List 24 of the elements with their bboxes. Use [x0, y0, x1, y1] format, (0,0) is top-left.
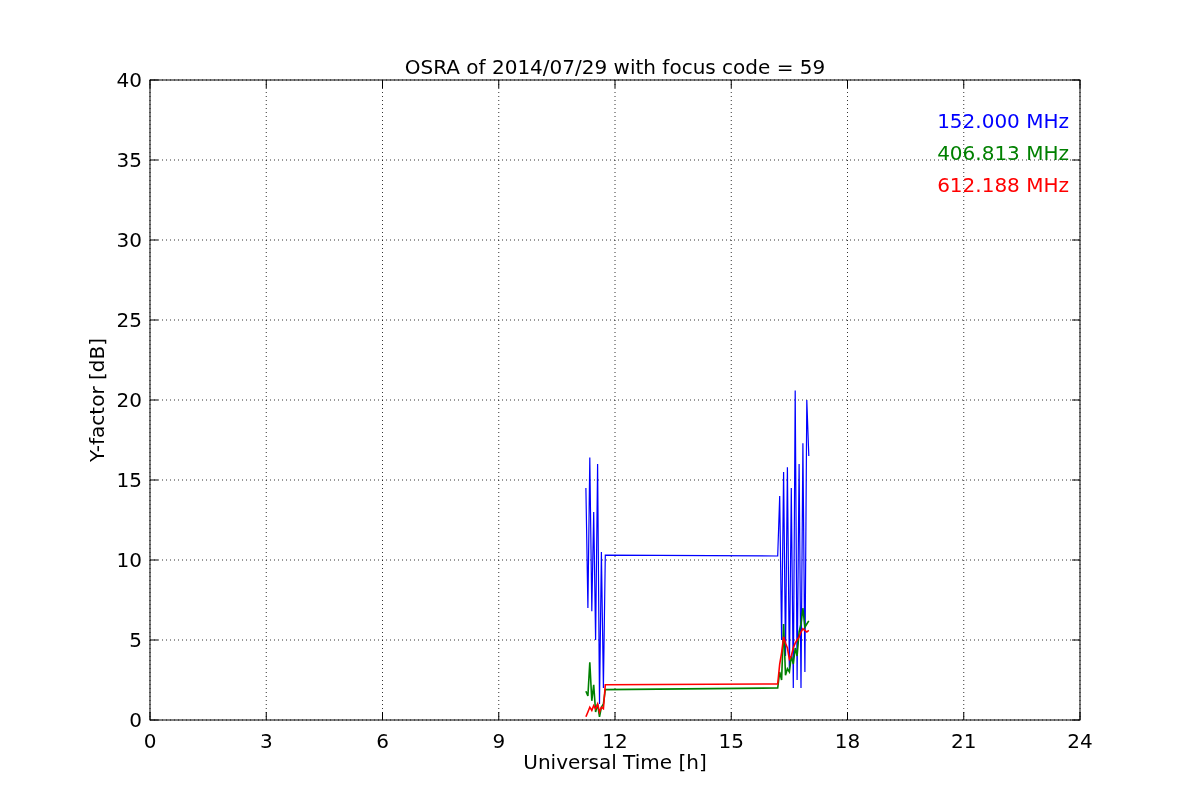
y-axis-label: Y-factor [dB]	[85, 338, 109, 462]
y-tick-label: 40	[116, 68, 142, 92]
x-tick-label: 6	[376, 729, 389, 753]
y-tick-label: 30	[116, 228, 142, 252]
x-tick-label: 0	[143, 729, 157, 753]
legend-label: 612.188 MHz	[937, 173, 1069, 197]
x-tick-label: 18	[834, 729, 861, 753]
x-tick-label: 9	[492, 729, 506, 753]
x-tick-label: 24	[1067, 729, 1093, 753]
x-tick-label: 3	[259, 729, 273, 753]
y-tick-label: 35	[116, 148, 142, 172]
y-tick-label: 0	[129, 708, 142, 732]
chart-title: OSRA of 2014/07/29 with focus code = 59	[404, 55, 826, 79]
x-tick-label: 15	[718, 729, 744, 753]
y-tick-label: 10	[116, 548, 142, 572]
y-tick-label: 5	[129, 628, 142, 652]
y-tick-label: 15	[116, 468, 142, 492]
legend-label: 152.000 MHz	[937, 109, 1069, 133]
x-tick-label: 12	[602, 729, 628, 753]
x-axis-label: Universal Time [h]	[523, 750, 707, 774]
y-tick-label: 20	[116, 388, 142, 412]
x-tick-label: 21	[951, 729, 977, 753]
y-tick-label: 25	[116, 308, 142, 332]
legend-label: 406.813 MHz	[937, 141, 1069, 165]
